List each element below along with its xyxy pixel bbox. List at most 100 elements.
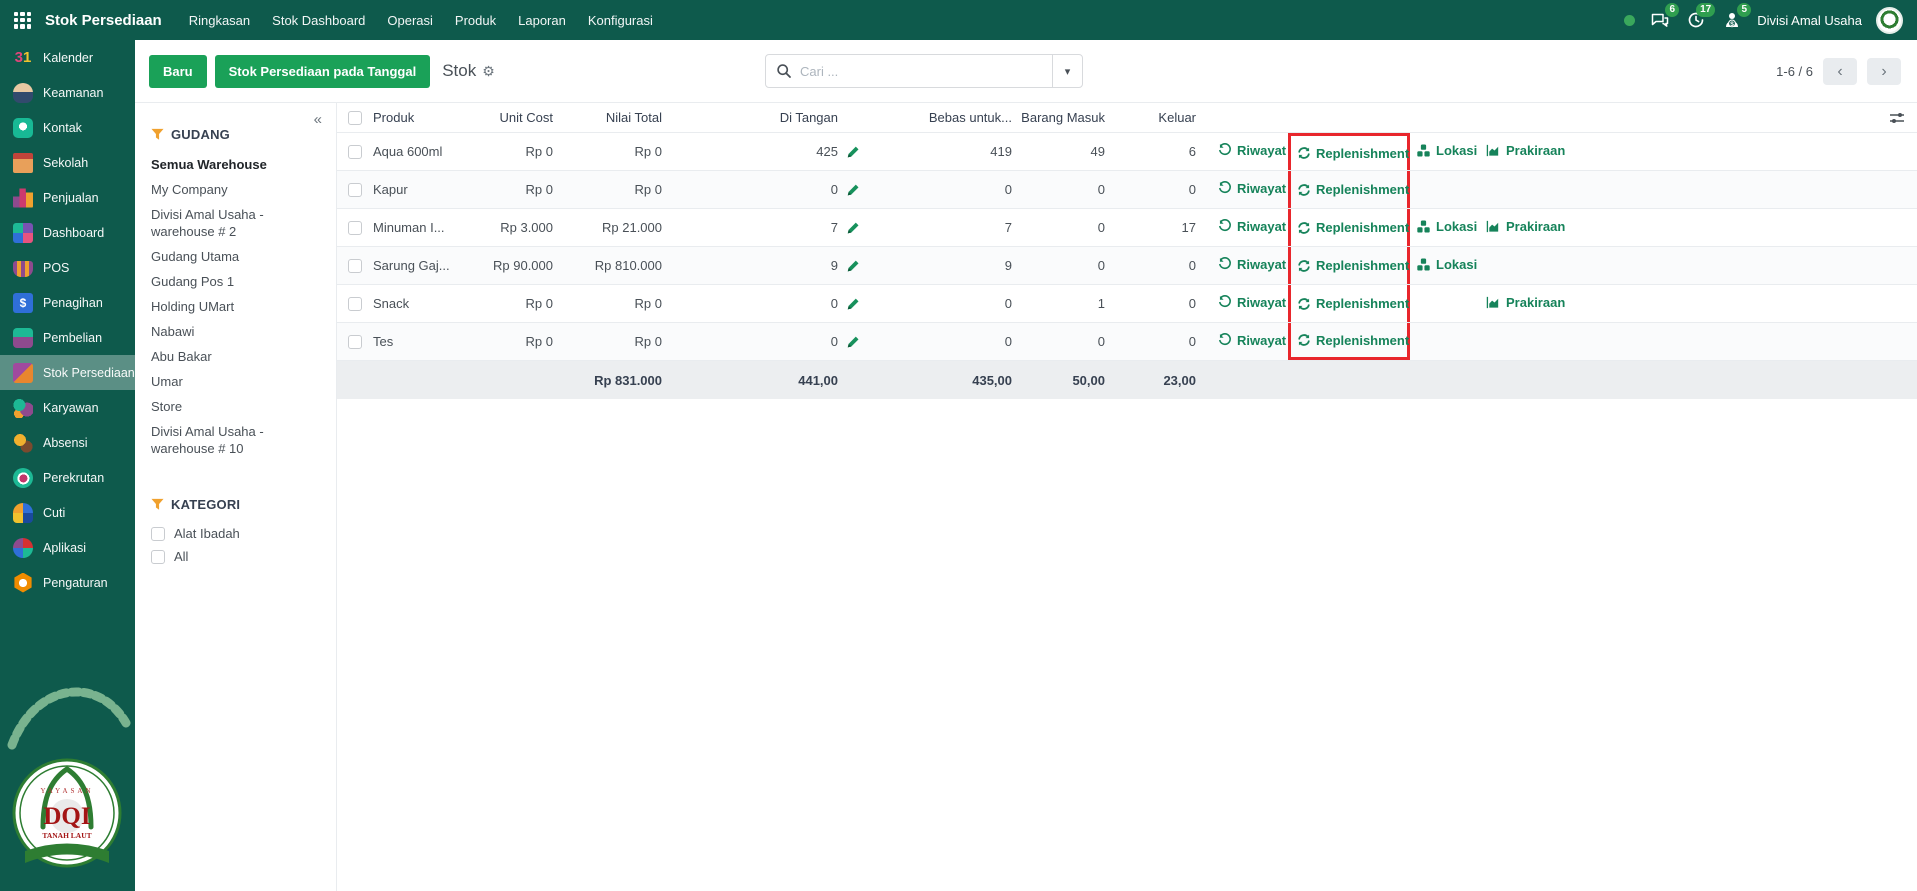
edit-quantity-button[interactable] <box>838 259 868 273</box>
sidebar-item-perekrutan[interactable]: Perekrutan <box>0 460 135 495</box>
optional-columns-icon[interactable] <box>1877 110 1917 126</box>
cell-produk[interactable]: Tes <box>373 334 483 349</box>
column-header-di-tangan[interactable]: Di Tangan <box>662 110 838 125</box>
lokasi-button[interactable]: Lokasi <box>1410 143 1477 158</box>
warehouse-filter-item[interactable]: Holding UMart <box>151 294 322 319</box>
edit-quantity-button[interactable] <box>838 297 868 311</box>
sidebar-item-keamanan[interactable]: Keamanan <box>0 75 135 110</box>
row-checkbox[interactable] <box>348 220 362 235</box>
replenishment-button[interactable]: Replenishment <box>1291 182 1409 197</box>
app-title[interactable]: Stok Persediaan <box>45 12 162 29</box>
menu-stok-dashboard[interactable]: Stok Dashboard <box>261 3 376 38</box>
replenishment-button[interactable]: Replenishment <box>1291 220 1409 235</box>
riwayat-button[interactable]: Riwayat <box>1212 143 1286 158</box>
column-header-unit-cost[interactable]: Unit Cost <box>483 110 553 125</box>
warehouse-filter-item[interactable]: Gudang Pos 1 <box>151 269 322 294</box>
collapse-panel-icon[interactable]: « <box>314 111 322 128</box>
prakiraan-button[interactable]: Prakiraan <box>1480 295 1565 310</box>
inventory-at-date-button[interactable]: Stok Persediaan pada Tanggal <box>214 54 431 88</box>
riwayat-button[interactable]: Riwayat <box>1212 257 1286 272</box>
column-header-keluar[interactable]: Keluar <box>1105 110 1196 125</box>
new-button[interactable]: Baru <box>149 54 207 88</box>
replenish-icon <box>1298 297 1310 310</box>
prakiraan-button[interactable]: Prakiraan <box>1480 143 1565 158</box>
sidebar-item-absensi[interactable]: Absensi <box>0 425 135 460</box>
warehouse-filter-item[interactable]: Semua Warehouse <box>151 152 322 177</box>
warehouse-filter-item[interactable]: Divisi Amal Usaha - warehouse # 2 <box>151 202 322 244</box>
cell-produk[interactable]: Snack <box>373 296 483 311</box>
user-avatar[interactable] <box>1876 6 1903 34</box>
lokasi-button[interactable]: Lokasi <box>1410 219 1477 234</box>
sidebar-item-kalender[interactable]: Kalender <box>0 40 135 75</box>
sidebar-item-label: Absensi <box>43 435 88 450</box>
sidebar-item-kontak[interactable]: Kontak <box>0 110 135 145</box>
replenishment-button[interactable]: Replenishment <box>1291 296 1409 311</box>
lokasi-button[interactable]: Lokasi <box>1410 257 1477 272</box>
sidebar-item-pos[interactable]: POS <box>0 250 135 285</box>
sidebar-item-penagihan[interactable]: Penagihan <box>0 285 135 320</box>
menu-konfigurasi[interactable]: Konfigurasi <box>577 3 664 38</box>
prakiraan-button[interactable]: Prakiraan <box>1480 219 1565 234</box>
sidebar-item-aplikasi[interactable]: Aplikasi <box>0 530 135 565</box>
cell-produk[interactable]: Minuman I... <box>373 220 483 235</box>
sidebar-item-dashboard[interactable]: Dashboard <box>0 215 135 250</box>
search-input[interactable] <box>800 63 1052 79</box>
replenishment-button[interactable]: Replenishment <box>1291 333 1409 348</box>
sidebar-item-penjualan[interactable]: Penjualan <box>0 180 135 215</box>
category-filter-item[interactable]: All <box>151 545 322 568</box>
category-filter-item[interactable]: Alat Ibadah <box>151 522 322 545</box>
menu-operasi[interactable]: Operasi <box>376 3 444 38</box>
category-checkbox[interactable] <box>151 549 165 564</box>
pager-next-button[interactable]: › <box>1867 58 1901 85</box>
edit-quantity-button[interactable] <box>838 221 868 235</box>
warehouse-filter-item[interactable]: Umar <box>151 369 322 394</box>
pager-previous-button[interactable]: ‹ <box>1823 58 1857 85</box>
sidebar-item-sekolah[interactable]: Sekolah <box>0 145 135 180</box>
column-header-produk[interactable]: Produk <box>373 110 483 125</box>
category-checkbox[interactable] <box>151 526 165 541</box>
row-checkbox[interactable] <box>348 296 362 311</box>
cell-produk[interactable]: Aqua 600ml <box>373 144 483 159</box>
column-header-nilai-total[interactable]: Nilai Total <box>553 110 662 125</box>
menu-laporan[interactable]: Laporan <box>507 3 577 38</box>
warehouse-filter-item[interactable]: Store <box>151 394 322 419</box>
edit-quantity-button[interactable] <box>838 145 868 159</box>
riwayat-button[interactable]: Riwayat <box>1212 295 1286 310</box>
sidebar-item-pembelian[interactable]: Pembelian <box>0 320 135 355</box>
search-filters-caret[interactable]: ▾ <box>1052 55 1082 87</box>
row-checkbox[interactable] <box>348 182 362 197</box>
apps-menu-icon[interactable] <box>14 11 31 29</box>
warehouse-filter-item[interactable]: Divisi Amal Usaha - warehouse # 10 <box>151 419 322 461</box>
replenishment-button[interactable]: Replenishment <box>1291 146 1409 161</box>
activities-button[interactable]: 17 <box>1685 3 1716 31</box>
warehouse-filter-item[interactable]: Abu Bakar <box>151 344 322 369</box>
cell-produk[interactable]: Kapur <box>373 182 483 197</box>
sidebar-item-karyawan[interactable]: Karyawan <box>0 390 135 425</box>
column-header-bebas[interactable]: Bebas untuk... <box>868 110 1012 125</box>
menu-produk[interactable]: Produk <box>444 3 507 38</box>
cell-barang-masuk: 0 <box>1097 334 1105 349</box>
warehouse-filter-item[interactable]: Nabawi <box>151 319 322 344</box>
menu-ringkasan[interactable]: Ringkasan <box>178 3 261 38</box>
sidebar-item-pengaturan[interactable]: Pengaturan <box>0 565 135 600</box>
warehouse-filter-item[interactable]: Gudang Utama <box>151 244 322 269</box>
company-switcher[interactable]: Divisi Amal Usaha <box>1757 13 1862 28</box>
riwayat-button[interactable]: Riwayat <box>1212 333 1286 348</box>
row-checkbox[interactable] <box>348 258 362 273</box>
riwayat-button[interactable]: Riwayat <box>1212 181 1286 196</box>
commission-button[interactable]: $ 5 <box>1721 3 1752 31</box>
edit-quantity-button[interactable] <box>838 183 868 197</box>
warehouse-filter-item[interactable]: My Company <box>151 177 322 202</box>
riwayat-button[interactable]: Riwayat <box>1212 219 1286 234</box>
messages-button[interactable]: 6 <box>1649 3 1680 31</box>
view-settings-gear-icon[interactable]: ⚙ <box>482 63 495 80</box>
sidebar-item-stok-persediaan[interactable]: Stok Persediaan <box>0 355 135 390</box>
select-all-checkbox[interactable] <box>348 110 362 125</box>
row-checkbox[interactable] <box>348 334 362 349</box>
row-checkbox[interactable] <box>348 144 362 159</box>
column-header-barang-masuk[interactable]: Barang Masuk <box>1012 110 1105 125</box>
cell-produk[interactable]: Sarung Gaj... <box>373 258 483 273</box>
sidebar-item-cuti[interactable]: Cuti <box>0 495 135 530</box>
edit-quantity-button[interactable] <box>838 335 868 349</box>
replenishment-button[interactable]: Replenishment <box>1291 258 1409 273</box>
